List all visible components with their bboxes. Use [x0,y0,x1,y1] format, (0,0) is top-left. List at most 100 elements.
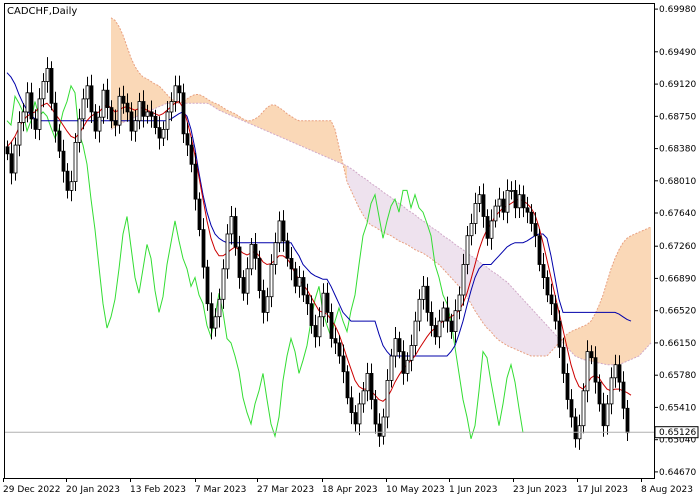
candle-body-bull [505,189,510,213]
candle-body-bear [601,403,606,427]
candle-body-bull [393,338,398,357]
cloud-segment [283,110,287,140]
y-tick-label: 0.68380 [659,145,696,155]
candle-body-bear [141,101,146,117]
cloud-segment [319,120,323,156]
cloud-segment [315,120,319,154]
cloud-segment [579,326,583,360]
candle-body-bear [537,235,542,265]
ichimoku-chart[interactable]: 0.69980 0.69490 0.69120 0.68750 0.68380 0.680… [0,0,700,500]
candle-body-bear [553,303,558,322]
candle-body-bull [361,390,366,405]
candle-body-bear [5,146,10,155]
candle-body-bear [33,118,38,130]
cloud-segment [291,116,295,144]
cloud-segment [451,240,455,282]
candle-body-bear [301,277,306,296]
candle-body-bear [181,92,186,135]
candle-body-bear [197,198,202,231]
cloud-segment [503,279,507,346]
candle-body-bear [285,240,290,259]
candle-body-bull [161,128,166,139]
candle-body-bear [281,220,286,242]
cloud-segment [439,232,443,269]
candle-body-bear [377,423,382,437]
cloud-segment [491,270,495,337]
cloud-segment [647,226,651,348]
candle-body-bull [437,320,442,338]
candle-body-bear [449,320,454,333]
candle-body-bull [609,377,614,405]
x-tick-label: 17 Jul 2023 [577,485,628,495]
candle-body-bull [25,92,30,113]
candle-body-bull [509,189,514,192]
cloud-segment [619,242,623,365]
candle-body-bear [429,311,434,326]
y-tick-label: 0.65780 [659,371,696,381]
candle-body-bear [397,338,402,353]
cloud-segment [403,206,407,245]
candle-body-bull [473,203,478,224]
x-tick-label: 29 Dec 2022 [3,485,61,495]
candle-body-bear [261,290,266,313]
candle-body-bear [513,189,518,209]
cloud-segment [443,235,447,274]
x-tick-label: 23 Jun 2023 [513,485,567,495]
candle-body-bull [465,235,470,265]
candle-body-bear [345,371,350,399]
candle-body-bull [225,233,230,270]
y-tick-label: 0.67260 [659,242,696,252]
candle-body-bull [381,416,386,437]
candle-body-bull [229,216,234,235]
cloud-segment [627,235,631,362]
x-tick-label: 18 Apr 2023 [322,485,378,495]
candle-body-bear [353,412,358,425]
candle-body-bear [189,144,194,165]
y-tick-label: 0.65410 [659,403,696,413]
candle-body-bull [81,98,86,120]
x-tick-label: 13 Feb 2023 [130,485,186,495]
candle-body-bear [113,120,118,126]
candle-body-bear [49,68,54,104]
candle-body-bear [305,294,310,305]
candle-body-bull [497,198,502,207]
x-tick-label: 7 Mar 2023 [195,485,246,495]
candle-body-bull [37,98,42,130]
candle-body-bull [101,89,106,118]
candle-body-bear [625,407,630,434]
candle-body-bear [533,223,538,237]
candle-body-bull [517,194,522,209]
cloud-segment [415,214,419,252]
candle-body-bull [585,351,590,392]
candle-body-bear [565,372,570,400]
cloud-segment [323,120,327,158]
candle-body-bear [529,211,534,224]
y-tick-label: 0.64670 [659,468,696,478]
candle-body-bear [557,320,562,348]
candle-body-bull [165,111,170,130]
y-tick-label: 0.68010 [659,177,696,187]
cloud-segment [435,229,439,265]
candle-body-bull [73,141,78,182]
candle-body-bear [589,351,594,359]
cloud-segment [575,328,579,358]
candle-body-bull [493,205,498,222]
candle-body-bull [469,223,474,237]
candle-body-bull [69,181,74,191]
candle-body-bear [65,170,70,191]
candle-body-bull [581,390,586,427]
cloud-segment [303,120,307,149]
candle-body-bull [133,120,138,132]
y-tick-label: 0.69980 [659,5,696,15]
candle-body-bull [17,122,22,146]
cloud-segment [523,299,527,355]
cloud-segment [479,261,483,323]
y-tick-label: 0.66890 [659,274,696,284]
cloud-segment [547,325,551,356]
candle-body-bear [61,150,66,172]
cloud-segment [519,294,523,353]
candle-body-bull [489,220,494,239]
candle-body-bear [369,372,374,400]
candle-body-bull [41,81,46,100]
cloud-segment [603,281,607,365]
